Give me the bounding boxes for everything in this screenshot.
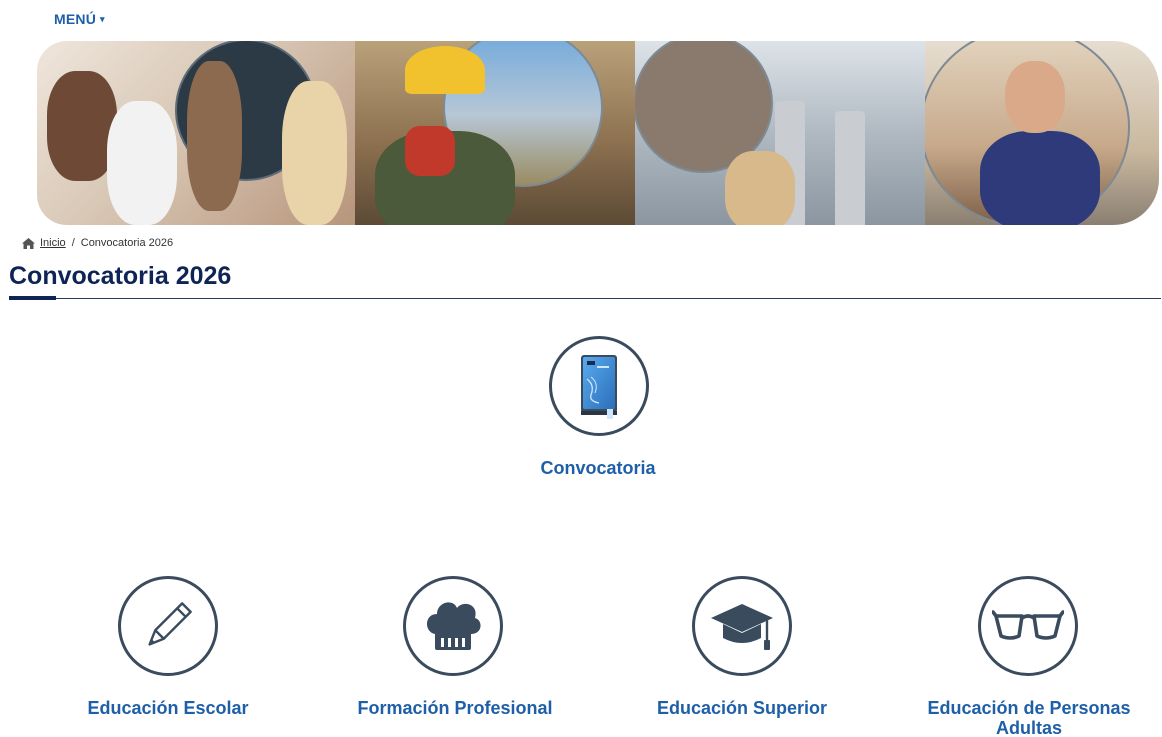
educacion-superior-tile[interactable]: [692, 576, 792, 676]
breadcrumb-home-link[interactable]: Inicio: [40, 237, 66, 249]
formacion-profesional-tile[interactable]: [403, 576, 503, 676]
breadcrumb-separator: /: [71, 237, 75, 249]
banner-photo-adult-learner: [925, 41, 1159, 225]
banner-photo-classroom: [37, 41, 355, 225]
header-banner: [37, 41, 1159, 225]
educacion-personas-adultas-tile[interactable]: [978, 576, 1078, 676]
convocatoria-label[interactable]: Convocatoria: [498, 458, 698, 478]
title-accent-bar: [9, 296, 56, 300]
banner-photo-university: [635, 41, 925, 225]
banner-photo-construction: [355, 41, 635, 225]
educacion-escolar-label[interactable]: Educación Escolar: [58, 698, 278, 718]
menu-button[interactable]: MENÚ ▾: [54, 11, 105, 27]
title-divider: [9, 298, 1161, 299]
educacion-superior-label[interactable]: Educación Superior: [632, 698, 852, 718]
formacion-profesional-label[interactable]: Formación Profesional: [335, 698, 575, 718]
home-icon: [22, 237, 35, 249]
glasses-icon: [992, 610, 1064, 640]
convocatoria-tile[interactable]: [549, 336, 649, 436]
educacion-personas-adultas-label[interactable]: Educación de Personas Adultas: [898, 698, 1160, 737]
page-title: Convocatoria 2026: [9, 262, 232, 290]
breadcrumb: Inicio / Convocatoria 2026: [22, 237, 173, 249]
graduation-cap-icon: [711, 604, 773, 650]
educacion-escolar-tile[interactable]: [118, 576, 218, 676]
menu-label: MENÚ: [54, 11, 97, 27]
breadcrumb-current: Convocatoria 2026: [80, 237, 174, 249]
pencil-icon: [148, 602, 192, 646]
chef-hat-icon: [426, 602, 481, 650]
book-icon: [581, 355, 617, 419]
caret-down-icon: ▾: [100, 14, 105, 24]
